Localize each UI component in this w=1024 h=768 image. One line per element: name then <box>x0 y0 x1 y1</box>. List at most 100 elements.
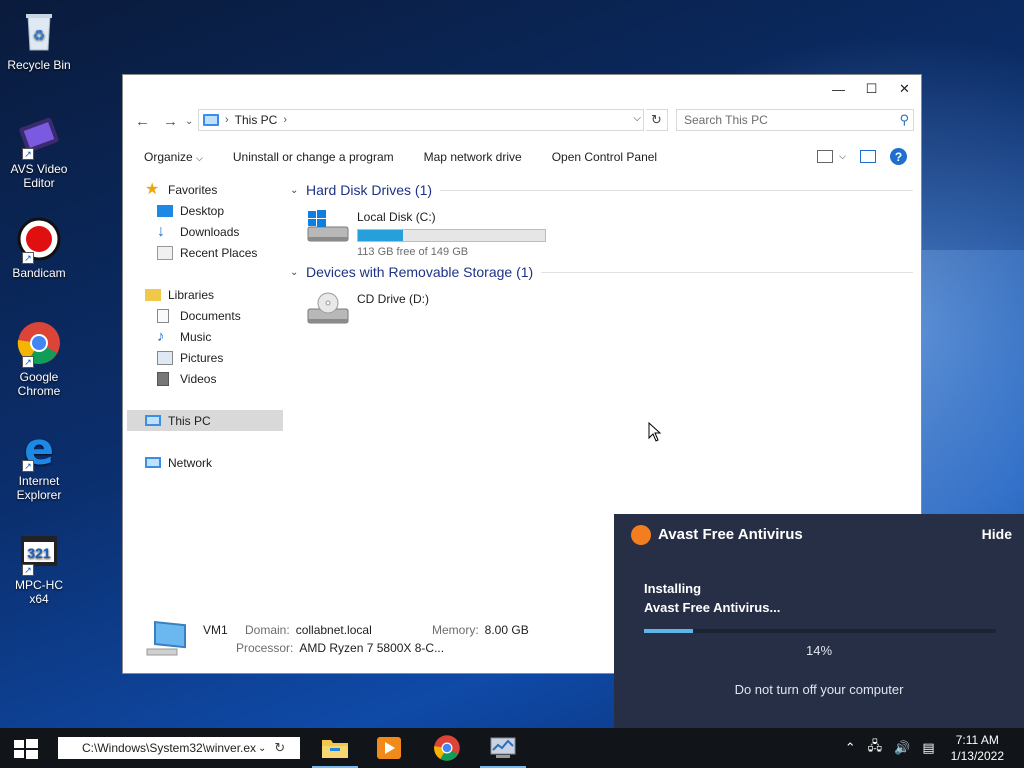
drive-name: CD Drive (D:) <box>357 292 429 306</box>
media-player-icon <box>377 737 401 759</box>
drive-local-disk-c[interactable]: Local Disk (C:) 113 GB free of 149 GB <box>290 201 913 261</box>
nav-label: Music <box>180 329 212 344</box>
avast-logo-icon <box>631 525 651 545</box>
nav-item-recent-places[interactable]: Recent Places <box>127 242 283 263</box>
nav-label: Downloads <box>180 224 240 239</box>
nav-item-favorites[interactable]: ★ Favorites <box>127 179 283 200</box>
nav-label: This PC <box>168 413 211 428</box>
group-header-hard-disk-drives[interactable]: ⌄ Hard Disk Drives (1) <box>290 179 913 201</box>
maximize-button[interactable]: ☐ <box>855 75 888 103</box>
group-title: Hard Disk Drives (1) <box>306 182 433 198</box>
clock[interactable]: 7:11 AM 1/13/2022 <box>951 732 1004 764</box>
drive-free-space: 113 GB free of 149 GB <box>357 246 469 258</box>
drive-usage-fill <box>358 230 403 241</box>
processor-info: Processor: AMD Ryzen 7 5800X 8-C... <box>236 641 444 655</box>
desktop-icon-mpc-hc[interactable]: 321 ↗ MPC-HC x64 <box>4 528 74 606</box>
taskbar-google-chrome[interactable] <box>420 728 474 768</box>
chevron-down-icon: ⌄ <box>290 184 299 196</box>
back-button[interactable]: ← <box>135 113 150 130</box>
minimize-button[interactable]: — <box>822 75 855 103</box>
memory-label: Memory: <box>432 623 479 637</box>
nav-label: Documents <box>180 308 241 323</box>
chevron-up-icon[interactable]: ⌃ <box>845 740 856 756</box>
network-icon <box>145 457 161 468</box>
chevron-down-icon: ⌵ <box>839 151 846 161</box>
address-dropdown-icon[interactable]: ⌵ <box>633 113 641 124</box>
nav-label: Libraries <box>168 287 215 302</box>
taskbar-system-info[interactable] <box>476 728 530 768</box>
nav-item-network[interactable]: Network <box>127 452 283 473</box>
memory-value: 8.00 GB <box>484 623 529 637</box>
close-button[interactable]: ✕ <box>888 75 921 103</box>
network-icon[interactable]: 🖧 <box>868 737 883 759</box>
avast-hide-button[interactable]: Hide <box>982 526 1012 542</box>
domain-info: Domain: collabnet.local <box>245 623 372 637</box>
recent-locations-button[interactable]: ⌄ <box>185 116 193 127</box>
desktop-icon-bandicam[interactable]: ↗ Bandicam <box>4 216 74 280</box>
address-bar[interactable]: › This PC › ⌵ <box>198 109 644 131</box>
desktop-icon-avs-video-editor[interactable]: ↗ AVS Video Editor <box>4 112 74 190</box>
mpc-hc-icon: 321 ↗ <box>16 528 62 576</box>
nav-item-videos[interactable]: Videos <box>127 368 283 389</box>
group-header-removable-storage[interactable]: ⌄ Devices with Removable Storage (1) <box>290 261 913 283</box>
pictures-icon <box>157 350 173 365</box>
svg-text:♻: ♻ <box>33 27 46 43</box>
volume-icon[interactable]: 🔊 <box>894 740 910 756</box>
nav-label: Desktop <box>180 203 225 218</box>
chevron-down-icon[interactable]: ⌄ <box>258 743 266 754</box>
nav-item-libraries[interactable]: Libraries <box>127 284 283 305</box>
breadcrumb-this-pc[interactable]: This PC <box>235 113 278 127</box>
domain-value: collabnet.local <box>295 623 372 637</box>
internet-explorer-icon: e ↗ <box>16 424 62 475</box>
bandicam-icon: ↗ <box>16 216 62 264</box>
google-chrome-icon: ↗ <box>16 320 62 368</box>
title-bar: — ☐ ✕ <box>123 75 921 103</box>
address-row: ← → ⌄ › This PC › ⌵ ↻ ⚲ <box>123 109 921 135</box>
search-input[interactable] <box>677 110 887 130</box>
nav-item-downloads[interactable]: ↓ Downloads <box>127 221 283 242</box>
run-box-text: C:\Windows\System32\winver.exe <box>82 741 256 755</box>
start-button[interactable] <box>12 739 40 759</box>
action-center-icon[interactable]: ▤ <box>922 740 934 756</box>
taskbar-file-explorer[interactable] <box>308 728 362 768</box>
desktop-icon-recycle-bin[interactable]: ♻ Recycle Bin <box>4 8 74 72</box>
uninstall-program-button[interactable]: Uninstall or change a program <box>218 150 409 164</box>
run-address-box[interactable]: C:\Windows\System32\winver.exe ⌄ ↻ <box>58 737 300 759</box>
drive-usage-bar <box>357 229 546 242</box>
this-pc-icon <box>145 415 161 426</box>
preview-pane-icon[interactable] <box>860 150 876 163</box>
group-title: Devices with Removable Storage (1) <box>306 264 534 280</box>
map-network-drive-button[interactable]: Map network drive <box>409 150 537 164</box>
nav-item-documents[interactable]: Documents <box>127 305 283 326</box>
refresh-icon[interactable]: ↻ <box>274 740 285 756</box>
nav-item-music[interactable]: ♪ Music <box>127 326 283 347</box>
desktop-icon-label: Google Chrome <box>17 370 61 398</box>
nav-label: Recent Places <box>180 245 258 260</box>
desktop-icon-internet-explorer[interactable]: e ↗ Internet Explorer <box>4 424 74 502</box>
avast-progress-fill <box>644 629 694 633</box>
nav-item-desktop[interactable]: Desktop <box>127 200 283 221</box>
desktop-icon-google-chrome[interactable]: ↗ Google Chrome <box>4 320 74 398</box>
desktop-icon-label: Bandicam <box>12 266 66 280</box>
organize-button[interactable]: Organize ⌵ <box>123 150 218 164</box>
nav-item-this-pc[interactable]: This PC <box>127 410 283 431</box>
download-arrow-icon: ↓ <box>157 222 165 240</box>
taskbar-media-player[interactable] <box>362 728 416 768</box>
chrome-icon <box>434 735 460 761</box>
cd-drive-icon <box>306 291 350 327</box>
system-tray: ⌃ 🖧 🔊 ▤ 7:11 AM 1/13/2022 <box>845 728 1024 768</box>
avast-status-line1: Installing <box>644 581 702 596</box>
windows-logo-icon <box>14 739 38 759</box>
nav-item-pictures[interactable]: Pictures <box>127 347 283 368</box>
drive-cd-d[interactable]: CD Drive (D:) <box>290 283 913 343</box>
forward-button[interactable]: → <box>163 113 178 130</box>
change-view-button[interactable]: ⌵ <box>817 150 846 163</box>
avs-video-editor-icon: ↗ <box>16 112 62 160</box>
search-icon[interactable]: ⚲ <box>899 112 909 128</box>
recent-places-icon <box>157 245 173 260</box>
nav-label: Favorites <box>168 182 218 197</box>
help-icon[interactable]: ? <box>890 148 907 165</box>
open-control-panel-button[interactable]: Open Control Panel <box>537 150 672 164</box>
refresh-button[interactable]: ↻ <box>646 109 668 131</box>
shortcut-arrow-icon: ↗ <box>22 564 34 576</box>
